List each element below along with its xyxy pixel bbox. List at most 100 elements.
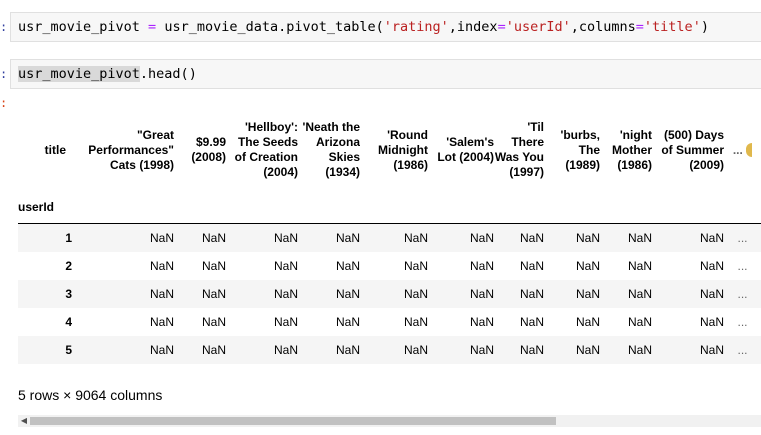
code-cell-2[interactable]: usr_movie_pivot.head() bbox=[10, 59, 761, 89]
row-ellipsis: ... bbox=[737, 314, 748, 329]
table-cell: NaN bbox=[699, 286, 724, 301]
column-header: $9.99 (2008) bbox=[191, 135, 226, 164]
table-cell: NaN bbox=[273, 286, 298, 301]
row-index: 1 bbox=[65, 230, 72, 245]
table-cell: NaN bbox=[273, 342, 298, 357]
row-ellipsis: ... bbox=[737, 342, 748, 357]
ellipsis-text: ... bbox=[732, 142, 743, 157]
table-cell: NaN bbox=[575, 314, 600, 329]
scrollbar-thumb[interactable] bbox=[30, 417, 556, 425]
table-cell: NaN bbox=[403, 286, 428, 301]
code-token: ,columns bbox=[570, 19, 636, 35]
row-index: 4 bbox=[65, 314, 72, 329]
row-ellipsis: ... bbox=[737, 258, 748, 273]
dataframe-shape-text: 5 rows × 9064 columns bbox=[18, 387, 163, 403]
ellipsis-badge-icon bbox=[746, 143, 753, 158]
code-string: 'rating' bbox=[383, 19, 449, 35]
table-cell: NaN bbox=[627, 286, 652, 301]
code-token: .head() bbox=[139, 66, 197, 82]
column-header: 'Salem's Lot (2004) bbox=[437, 135, 494, 164]
table-cell: NaN bbox=[469, 258, 494, 273]
column-header: 'burbs, The (1989) bbox=[560, 127, 600, 172]
table-row: 3 NaN NaN NaN NaN NaN NaN NaN NaN NaN NaN... bbox=[18, 279, 761, 308]
table-cell: NaN bbox=[575, 258, 600, 273]
code-token: usr_movie_pivot bbox=[18, 19, 140, 35]
table-cell: NaN bbox=[699, 258, 724, 273]
table-cell: NaN bbox=[627, 314, 652, 329]
table-cell: NaN bbox=[335, 314, 360, 329]
column-header: 'Round Midnight (1986) bbox=[378, 127, 428, 172]
table-cell: NaN bbox=[335, 286, 360, 301]
row-ellipsis: ... bbox=[737, 286, 748, 301]
code-token-highlighted: usr_movie_pivot bbox=[18, 66, 140, 82]
table-cell: NaN bbox=[469, 230, 494, 245]
table-cell: NaN bbox=[149, 230, 174, 245]
output-prompt: : bbox=[0, 96, 8, 110]
code-token: = bbox=[139, 19, 165, 35]
table-cell: NaN bbox=[335, 342, 360, 357]
index-header-row: userId bbox=[18, 190, 761, 224]
table-cell: NaN bbox=[201, 286, 226, 301]
table-cell: NaN bbox=[519, 258, 544, 273]
table-cell: NaN bbox=[201, 258, 226, 273]
code-token: = bbox=[635, 19, 644, 35]
table-row: 5 NaN NaN NaN NaN NaN NaN NaN NaN NaN NaN... bbox=[18, 335, 761, 364]
table-cell: NaN bbox=[575, 230, 600, 245]
table-cell: NaN bbox=[627, 230, 652, 245]
table-cell: NaN bbox=[519, 286, 544, 301]
table-cell: NaN bbox=[469, 342, 494, 357]
table-cell: NaN bbox=[575, 342, 600, 357]
code-cell-1[interactable]: usr_movie_pivot = usr_movie_data.pivot_t… bbox=[10, 12, 761, 42]
dataframe-output: title "Great Performances" Cats (1998) $… bbox=[18, 110, 761, 370]
row-index: 2 bbox=[65, 258, 72, 273]
table-cell: NaN bbox=[403, 314, 428, 329]
column-header: "Great Performances" Cats (1998) bbox=[88, 127, 174, 172]
table-cell: NaN bbox=[201, 314, 226, 329]
table-cell: NaN bbox=[519, 342, 544, 357]
table-cell: NaN bbox=[403, 258, 428, 273]
horizontal-scrollbar[interactable]: ◀ bbox=[18, 415, 761, 427]
row-ellipsis: ... bbox=[737, 230, 748, 245]
table-cell: NaN bbox=[273, 314, 298, 329]
table-cell: NaN bbox=[149, 258, 174, 273]
table-cell: NaN bbox=[469, 286, 494, 301]
code-token: ,index bbox=[448, 19, 498, 35]
column-header: 'night Mother (1986) bbox=[612, 127, 652, 172]
row-index: 5 bbox=[65, 342, 72, 357]
row-index: 3 bbox=[65, 286, 72, 301]
table-cell: NaN bbox=[403, 342, 428, 357]
code-token: = bbox=[497, 19, 506, 35]
columns-name: title bbox=[44, 142, 66, 157]
column-header: (500) Days of Summer (2009) bbox=[661, 127, 724, 172]
table-row: 4 NaN NaN NaN NaN NaN NaN NaN NaN NaN NaN... bbox=[18, 308, 761, 336]
table-cell: NaN bbox=[149, 314, 174, 329]
column-header: 'Til There Was You (1997) bbox=[494, 120, 544, 179]
table-cell: NaN bbox=[519, 230, 544, 245]
input-prompt-1: : bbox=[0, 20, 8, 34]
table-cell: NaN bbox=[273, 258, 298, 273]
table-cell: NaN bbox=[627, 342, 652, 357]
table-cell: NaN bbox=[335, 230, 360, 245]
table-row: 2 NaN NaN NaN NaN NaN NaN NaN NaN NaN NaN... bbox=[18, 252, 761, 280]
column-header-row: title "Great Performances" Cats (1998) $… bbox=[18, 110, 761, 190]
table-cell: NaN bbox=[699, 342, 724, 357]
table-cell: NaN bbox=[699, 314, 724, 329]
column-header: 'Neath the Arizona Skies (1934) bbox=[302, 120, 360, 179]
table-cell: NaN bbox=[403, 230, 428, 245]
table-cell: NaN bbox=[469, 314, 494, 329]
code-token: usr_movie_data.pivot_table( bbox=[164, 19, 384, 35]
table-cell: NaN bbox=[575, 286, 600, 301]
table-cell: NaN bbox=[149, 342, 174, 357]
table-row: 1 NaN NaN NaN NaN NaN NaN NaN NaN NaN NaN... bbox=[18, 223, 761, 252]
triangle-left-icon[interactable]: ◀ bbox=[18, 415, 30, 427]
code-token: ) bbox=[700, 19, 709, 35]
code-string: 'userId' bbox=[505, 19, 571, 35]
table-cell: NaN bbox=[699, 230, 724, 245]
code-string: 'title' bbox=[643, 19, 701, 35]
index-name: userId bbox=[18, 190, 72, 224]
table-cell: NaN bbox=[519, 314, 544, 329]
table-cell: NaN bbox=[273, 230, 298, 245]
column-ellipsis: ... bbox=[724, 110, 761, 190]
table-cell: NaN bbox=[335, 258, 360, 273]
column-header: 'Hellboy': The Seeds of Creation (2004) bbox=[234, 120, 298, 179]
